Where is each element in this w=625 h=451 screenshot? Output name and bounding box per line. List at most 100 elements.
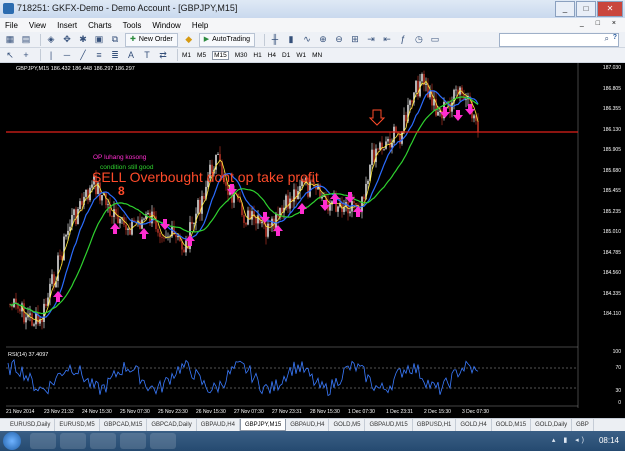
chart-window[interactable]: GBPJPY,M15 186.432 186.448 186.297 186.2… [0, 63, 625, 418]
system-tray[interactable]: ▴ ▮ ◂) [552, 436, 587, 444]
taskbar: ▴ ▮ ◂) 08:14 [0, 431, 625, 451]
candle-body [157, 229, 159, 233]
down-arrow-icon [368, 109, 386, 126]
candle-body [191, 222, 193, 224]
vertical-line-icon[interactable]: | [45, 50, 57, 61]
navigator-icon[interactable]: ✱ [77, 34, 89, 45]
arrows-icon[interactable]: ⇄ [157, 50, 169, 61]
channel-icon[interactable]: ≡ [93, 50, 105, 61]
timeframe-d1[interactable]: D1 [282, 52, 290, 59]
close-button[interactable]: ✕ [597, 1, 623, 17]
candle-body [163, 237, 165, 239]
candle-body [81, 201, 83, 205]
date-tick-label: 26 Nov 15:30 [196, 409, 226, 415]
terminal-icon[interactable]: ▣ [93, 34, 105, 45]
price-tick-label: 184.335 [602, 290, 621, 297]
horizontal-line-icon[interactable]: ─ [61, 50, 73, 61]
symbol-tab[interactable]: EURUSD,M5 [55, 419, 100, 431]
symbol-tab[interactable]: GOLD,H4 [456, 419, 492, 431]
symbol-tab[interactable]: GOLD,M5 [329, 419, 366, 431]
profiles-icon[interactable]: ▤ [20, 34, 32, 45]
candle-body [65, 234, 67, 237]
search-icon[interactable]: ⌕ [605, 34, 609, 44]
new-order-button[interactable]: ✚ New Order [125, 32, 178, 47]
cursor-icon[interactable]: ↖ [4, 50, 16, 61]
autotrading-button[interactable]: ▶ AutoTrading [198, 32, 255, 47]
symbol-tab[interactable]: GBPAUD,M15 [365, 419, 413, 431]
child-window-controls[interactable]: _ □ × [580, 20, 621, 27]
symbol-tab[interactable]: GBPUSD,H1 [413, 419, 457, 431]
taskbar-app-icon[interactable] [90, 433, 116, 449]
symbol-tab[interactable]: GBP [572, 419, 594, 431]
metaeditor-icon[interactable]: ◆ [183, 34, 195, 45]
symbol-tab[interactable]: GBPJPY,M15 [239, 419, 287, 431]
trendline-icon[interactable]: ╱ [77, 50, 89, 61]
line-chart-icon[interactable]: ∿ [301, 34, 313, 45]
candle-body [455, 89, 457, 91]
candle-body [371, 149, 373, 166]
chart-shift-icon[interactable]: ⇥ [365, 34, 377, 45]
drawing-toolbar: ↖ + | ─ ╱ ≡ ≣ A T ⇄ M1 M5 M15 M30 H1 H4 … [0, 48, 625, 63]
candle-body [251, 211, 253, 220]
data-window-icon[interactable]: ✥ [61, 34, 73, 45]
start-button[interactable] [3, 432, 21, 450]
timeframe-mn[interactable]: MN [312, 52, 322, 59]
candle-body [421, 73, 423, 82]
taskbar-app-icon[interactable] [60, 433, 86, 449]
strategy-tester-icon[interactable]: ⧉ [109, 34, 121, 45]
symbol-tab[interactable]: GOLD,M15 [492, 419, 532, 431]
market-watch-icon[interactable]: ◈ [45, 34, 57, 45]
candle-body [377, 148, 379, 150]
menu-file[interactable]: File [5, 21, 18, 30]
timeframe-m15[interactable]: M15 [212, 50, 229, 60]
buy-arrow-icon [110, 223, 120, 234]
taskbar-app-icon[interactable] [120, 433, 146, 449]
timeframe-w1[interactable]: W1 [296, 52, 306, 59]
symbol-tab[interactable]: GBPAUD,H4 [286, 419, 330, 431]
timeframe-m30[interactable]: M30 [235, 52, 248, 59]
new-chart-icon[interactable]: ▦ [4, 34, 16, 45]
standard-toolbar: ▦ ▤ ◈ ✥ ✱ ▣ ⧉ ✚ New Order ◆ ▶ AutoTradin… [0, 32, 625, 48]
symbol-tab[interactable]: GBPCAD,Daily [147, 419, 197, 431]
maximize-button[interactable]: □ [576, 1, 596, 17]
symbol-tab[interactable]: GOLD,Daily [531, 419, 573, 431]
indicators-icon[interactable]: ƒ [397, 34, 409, 45]
price-tick-label: 186.355 [602, 106, 621, 112]
symbol-tab[interactable]: GBPCAD,M15 [100, 419, 148, 431]
candle-body [245, 222, 247, 225]
templates-icon[interactable]: ▭ [429, 34, 441, 45]
text-label-icon[interactable]: T [141, 50, 153, 61]
price-chart[interactable] [0, 63, 625, 418]
auto-scroll-icon[interactable]: ⇤ [381, 34, 393, 45]
symbol-tab[interactable]: EURUSD,Daily [6, 419, 56, 431]
taskbar-explorer-icon[interactable] [30, 433, 56, 449]
fibonacci-icon[interactable]: ≣ [109, 50, 121, 61]
menu-charts[interactable]: Charts [88, 21, 112, 30]
timeframe-m5[interactable]: M5 [197, 52, 206, 59]
zoom-in-icon[interactable]: ⊕ [317, 34, 329, 45]
menu-insert[interactable]: Insert [57, 21, 77, 30]
menu-bar: File View Insert Charts Tools Window Hel… [0, 18, 625, 32]
candle-body [67, 230, 69, 235]
text-icon[interactable]: A [125, 50, 137, 61]
help-icon[interactable]: ? [613, 34, 617, 41]
menu-help[interactable]: Help [192, 21, 208, 30]
menu-view[interactable]: View [29, 21, 46, 30]
candle-body [411, 100, 413, 103]
menu-tools[interactable]: Tools [123, 21, 142, 30]
price-tick-label: 184.110 [603, 311, 621, 317]
search-input[interactable]: ⌕ ? [499, 33, 619, 47]
minimize-button[interactable]: _ [555, 1, 575, 17]
timeframe-h4[interactable]: H4 [268, 52, 276, 59]
timeframe-h1[interactable]: H1 [253, 52, 261, 59]
candlestick-icon[interactable]: ▮ [285, 34, 297, 45]
symbol-tab[interactable]: GBPAUD,H4 [197, 419, 240, 431]
periods-icon[interactable]: ◷ [413, 34, 425, 45]
timeframe-m1[interactable]: M1 [182, 52, 191, 59]
zoom-out-icon[interactable]: ⊖ [333, 34, 345, 45]
tile-windows-icon[interactable]: ⊞ [349, 34, 361, 45]
menu-window[interactable]: Window [152, 21, 180, 30]
crosshair-icon[interactable]: + [20, 50, 32, 61]
taskbar-app-icon[interactable] [150, 433, 176, 449]
bar-chart-icon[interactable]: ╫ [269, 34, 281, 45]
